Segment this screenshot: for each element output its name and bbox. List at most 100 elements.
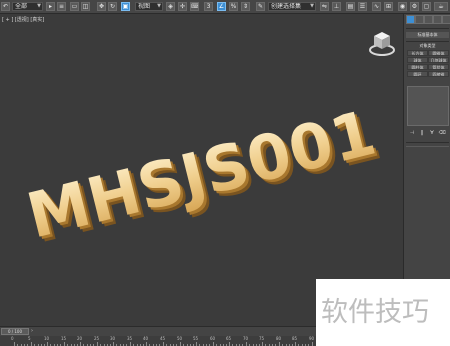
snap-toggle-icon[interactable]: 3 — [204, 2, 213, 11]
ruler-tick — [229, 342, 230, 346]
mirror-icon[interactable]: ⇋ — [320, 2, 329, 11]
box-button[interactable]: 长方体 — [407, 50, 428, 56]
ruler-tick — [14, 342, 15, 346]
motion-tab-icon[interactable] — [433, 15, 442, 24]
cone-button[interactable]: 圆锥体 — [428, 50, 449, 56]
ruler-tick-label: 45 — [160, 336, 166, 341]
ruler-tick-label: 30 — [110, 336, 116, 341]
material-editor-icon[interactable]: ◉ — [398, 2, 407, 11]
select-by-name-icon[interactable]: ≡ — [57, 2, 66, 11]
time-slider[interactable]: 0 / 100 — [1, 328, 29, 335]
ruler-tick-label: 65 — [226, 336, 232, 341]
render-teapot-icon[interactable]: ☕ — [434, 2, 448, 11]
window-crossing-icon[interactable]: ◫ — [81, 2, 90, 11]
scale-icon[interactable]: ▣ — [121, 2, 130, 11]
pivot-center-icon[interactable]: ◈ — [166, 2, 175, 11]
reference-coord-dropdown[interactable]: 视图 ▼ — [135, 2, 163, 11]
selection-filter-dropdown[interactable]: 全部 ▼ — [12, 2, 43, 11]
select-manipulate-icon[interactable]: ✢ — [178, 2, 187, 11]
ruler-tick-label: 85 — [292, 336, 298, 341]
ruler-tick — [246, 342, 247, 346]
pyramid-button[interactable]: 四棱锥 — [428, 71, 449, 77]
ruler-tick-label: 15 — [61, 336, 67, 341]
move-icon[interactable]: ✥ — [97, 2, 106, 11]
ruler-tick — [130, 342, 131, 346]
watermark-text: 软件技巧 — [321, 297, 429, 328]
ruler-tick — [180, 342, 181, 346]
ruler-tick — [113, 342, 114, 346]
ruler-tick-label: 5 — [28, 336, 31, 341]
chevron-down-icon: ▼ — [310, 3, 314, 9]
chevron-down-icon: ▼ — [37, 3, 41, 9]
keyboard-shortcut-icon[interactable]: ⌨ — [190, 2, 199, 11]
reference-coord-value: 视图 — [138, 3, 151, 10]
ruler-tick-label: 75 — [259, 336, 265, 341]
ruler-tick — [295, 342, 296, 346]
chevron-right-icon[interactable]: › — [31, 328, 36, 335]
display-tab-icon[interactable] — [442, 15, 450, 24]
preview-swatch — [407, 86, 449, 126]
ruler-tick — [312, 342, 313, 346]
frame-ruler[interactable]: 0 5 10 15 20 25 30 35 40 45 50 55 60 65 70 75 80 85 90 — [0, 336, 316, 346]
ruler-tick-label: 70 — [243, 336, 249, 341]
tube-button[interactable]: 管状体 — [428, 64, 449, 70]
ruler-tick — [80, 342, 81, 346]
ruler-tick-label: 80 — [276, 336, 282, 341]
hierarchy-tab-icon[interactable] — [424, 15, 433, 24]
show-end-result-icon[interactable]: ‖ — [418, 130, 426, 137]
select-object-icon[interactable]: ▸ — [46, 2, 55, 11]
ruler-tick-label: 10 — [44, 336, 50, 341]
scene-text-face: MHSJS001 — [20, 96, 382, 253]
spinner-snap-icon[interactable]: ⇕ — [241, 2, 250, 11]
edit-named-selection-icon[interactable]: ✎ — [256, 2, 265, 11]
rotate-icon[interactable]: ↻ — [108, 2, 117, 11]
angle-snap-icon[interactable]: ∠ — [217, 2, 226, 11]
ruler-tick-label: 55 — [193, 336, 199, 341]
ruler-tick — [279, 342, 280, 346]
pin-stack-icon[interactable]: ⊣ — [408, 130, 416, 137]
undo-icon[interactable]: ↶ — [1, 2, 10, 11]
ruler-tick-label: 20 — [77, 336, 83, 341]
command-panel: 标准基本体 对象类型 长方体 圆锥体 球体 几何球体 圆柱体 管状体 圆环 四棱… — [403, 14, 450, 279]
geosphere-button[interactable]: 几何球体 — [428, 57, 449, 63]
divider — [406, 28, 449, 29]
ruler-tick — [213, 342, 214, 346]
ruler-tick — [97, 342, 98, 346]
curve-editor-icon[interactable]: ∿ — [372, 2, 381, 11]
watermark: 软件技巧 — [316, 279, 450, 346]
cylinder-button[interactable]: 圆柱体 — [407, 64, 428, 70]
ruler-tick — [196, 342, 197, 346]
main-toolbar: ↶ 全部 ▼ ▸ ≡ ▭ ◫ ✥ ↻ ▣ 视图 ▼ ◈ ✢ ⌨ 3 ∠ % ⇕ … — [0, 0, 450, 14]
ruler-tick-label: 50 — [177, 336, 183, 341]
ruler-tick — [64, 342, 65, 346]
rendered-frame-icon[interactable]: ▢ — [422, 2, 431, 11]
ruler-tick — [262, 342, 263, 346]
create-tab-icon[interactable] — [406, 15, 415, 24]
named-selection-dropdown[interactable]: 创建选择集 ▼ — [268, 2, 316, 11]
object-type-rollout[interactable]: 对象类型 — [406, 43, 449, 49]
schematic-view-icon[interactable]: ⊞ — [384, 2, 393, 11]
layer-manager-icon[interactable]: ▤ — [346, 2, 355, 11]
ruler-tick-label: 90 — [309, 336, 315, 341]
rect-selection-icon[interactable]: ▭ — [70, 2, 79, 11]
ruler-tick-label: 60 — [210, 336, 216, 341]
scene-explorer-icon[interactable]: ☰ — [358, 2, 367, 11]
primitive-type-dropdown[interactable]: 标准基本体 — [406, 32, 449, 38]
torus-button[interactable]: 圆环 — [407, 71, 428, 77]
sphere-button[interactable]: 球体 — [407, 57, 428, 63]
ruler-tick-label: 0 — [11, 336, 14, 341]
ruler-tick-label: 40 — [143, 336, 149, 341]
make-unique-icon[interactable]: ∀ — [428, 130, 436, 137]
named-selection-value: 创建选择集 — [271, 3, 302, 10]
divider — [406, 142, 449, 143]
modify-tab-icon[interactable] — [415, 15, 424, 24]
divider — [406, 41, 449, 42]
render-setup-icon[interactable]: ⚙ — [410, 2, 419, 11]
remove-modifier-icon[interactable]: ⌫ — [438, 130, 446, 137]
percent-snap-icon[interactable]: % — [229, 2, 238, 11]
time-slider-track[interactable]: 0 / 100 › — [0, 326, 316, 336]
ruler-tick-label: 35 — [127, 336, 133, 341]
divider — [406, 146, 449, 147]
align-icon[interactable]: ⊥ — [332, 2, 341, 11]
ruler-tick — [146, 342, 147, 346]
